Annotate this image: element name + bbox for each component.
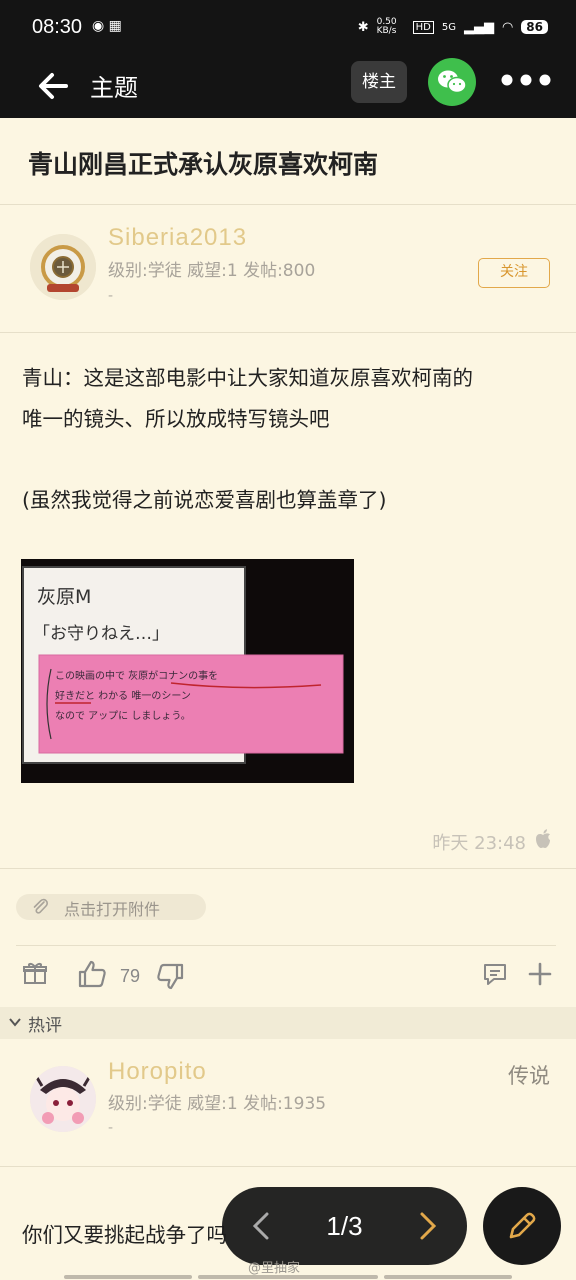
top-app-bar: 主题 楼主 [0, 56, 576, 118]
reply-author-avatar[interactable] [30, 1066, 96, 1132]
post-author-name[interactable]: Siberia2013 [108, 224, 247, 252]
reply-author-meta: 级别:学徒 威望:1 发帖:1935 [108, 1094, 327, 1114]
diving-helmet-avatar-icon [30, 234, 96, 300]
image-note-line: 好きだと わかる 唯一のシーン [55, 690, 191, 702]
gift-icon[interactable] [22, 960, 48, 986]
reply-rank-badge: 传说 [508, 1064, 550, 1088]
comment-icon[interactable] [482, 962, 508, 986]
hd-badge: HD [412, 20, 434, 34]
wechat-share-button[interactable] [428, 58, 476, 106]
reply-author-name[interactable]: Horopito [108, 1058, 207, 1086]
divider [0, 1166, 576, 1167]
divider [16, 945, 556, 946]
attachment-label: 点击打开附件 [64, 900, 161, 919]
wifi-icon: ◠ [501, 19, 514, 35]
image-text-line: 灰原M [37, 586, 91, 608]
gesture-bar [384, 1275, 512, 1279]
gesture-bar [198, 1275, 378, 1279]
back-arrow-icon[interactable] [34, 66, 74, 106]
signal-bars-icon: ▂▄▆ [463, 19, 494, 35]
status-app-icons: ◉ ▦ [92, 18, 122, 34]
only-op-button[interactable]: 楼主 [351, 61, 407, 103]
post-author-avatar[interactable] [30, 234, 96, 300]
status-right: ✱ 0.50 KB/s HD 5G ▂▄▆ ◠ 86 [358, 18, 548, 36]
post-body-line: 唯一的镜头、所以放成特写镜头吧 [22, 407, 330, 431]
header-title: 主题 [90, 74, 138, 102]
page-navigator: 1/3 [222, 1187, 467, 1265]
gesture-bar [64, 1275, 192, 1279]
post-timestamp: 昨天 23:48 [432, 833, 526, 854]
more-options-icon[interactable] [500, 73, 552, 87]
battery-indicator: 86 [521, 20, 548, 34]
status-time: 08:30 [32, 16, 83, 38]
thread-title: 青山刚昌正式承认灰原喜欢柯南 [28, 150, 379, 179]
network-speed: 0.50 KB/s [376, 17, 397, 36]
signal-5g: 5G [441, 21, 456, 33]
chevron-down-icon [9, 1018, 21, 1027]
hot-comments-header[interactable]: 热评 [0, 1007, 576, 1039]
image-note-line: なので アップに しましょう。 [55, 710, 191, 722]
reply-body: 你们又要挑起战争了吗 [22, 1223, 227, 1247]
reply-author-signature: - [108, 1120, 114, 1136]
hot-comments-label: 热评 [28, 1016, 62, 1036]
open-attachment-button[interactable]: 点击打开附件 [16, 894, 206, 920]
paperclip-icon [33, 898, 48, 914]
post-author-meta: 级别:学徒 威望:1 发帖:800 [108, 261, 316, 281]
like-count: 79 [120, 966, 141, 986]
add-icon[interactable] [528, 962, 552, 986]
status-bar: 08:30 ◉ ▦ ✱ 0.50 KB/s HD 5G ▂▄▆ ◠ 86 [0, 0, 576, 56]
image-text-line: 「お守りねえ…」 [33, 624, 169, 644]
post-body-line: (虽然我觉得之前说恋爱喜剧也算盖章了) [22, 488, 387, 512]
post-body-line: 青山：这是这部电影中让大家知道灰原喜欢柯南的 [22, 366, 473, 390]
image-note-line: この映画の中で 灰原がコナンの事を [55, 669, 218, 682]
post-image[interactable]: 灰原M 「お守りねえ…」 この映画の中で 灰原がコナンの事を 好きだと わかる … [21, 559, 354, 783]
weibo-watermark: @里抽家 [248, 1261, 301, 1276]
thumbs-down-icon[interactable] [156, 962, 186, 992]
post-author-signature: - [108, 288, 114, 304]
divider [0, 332, 576, 333]
chevron-right-icon[interactable] [417, 1211, 439, 1241]
divider [0, 204, 576, 205]
divider [0, 868, 576, 869]
pencil-icon [509, 1212, 536, 1239]
apple-device-icon [536, 829, 550, 848]
follow-button[interactable]: 关注 [478, 258, 550, 288]
wechat-icon [438, 70, 467, 94]
bluetooth-icon: ✱ [357, 19, 369, 35]
anime-character-avatar-icon [30, 1066, 96, 1132]
storyboard-note-image: 灰原M 「お守りねえ…」 この映画の中で 灰原がコナンの事を 好きだと わかる … [21, 559, 354, 783]
compose-reply-button[interactable] [483, 1187, 561, 1265]
thumbs-up-icon[interactable] [76, 958, 108, 990]
